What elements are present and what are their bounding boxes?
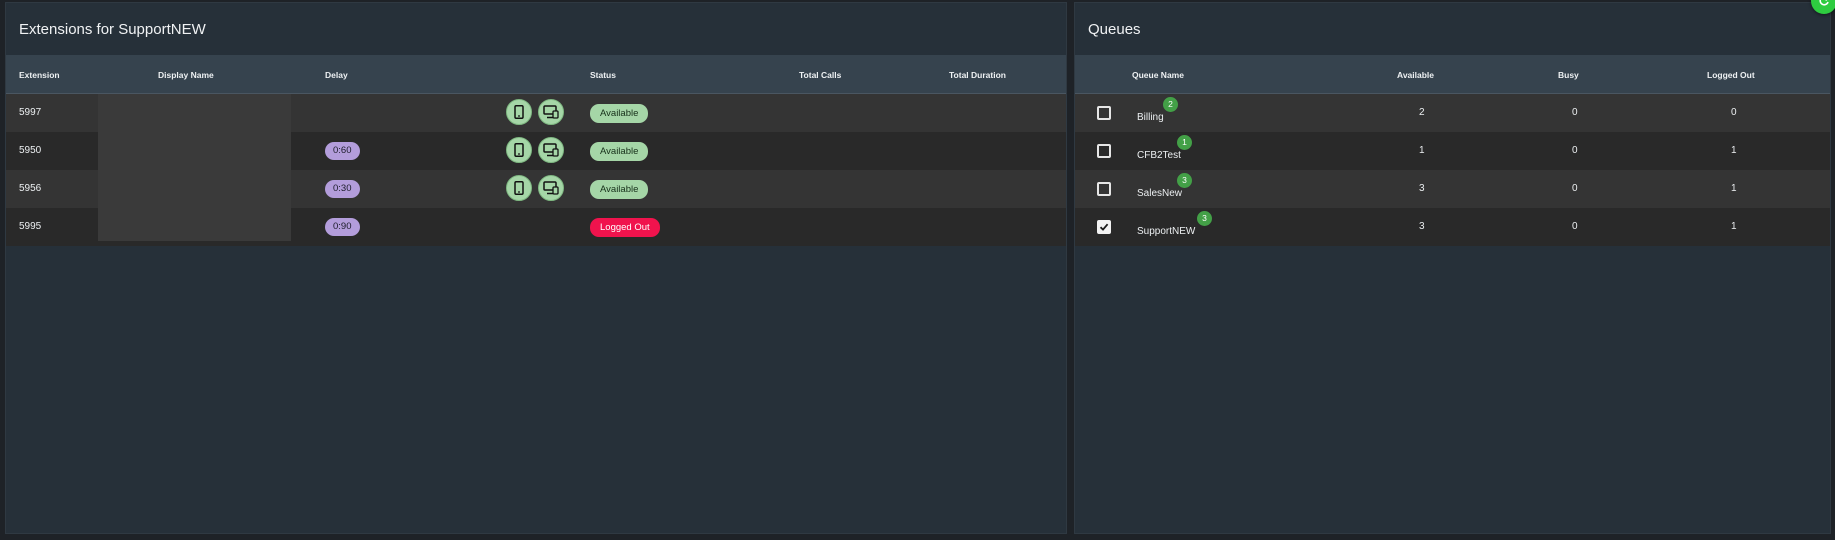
extensions-panel-title: Extensions for SupportNEW (19, 21, 206, 38)
queue-available: 3 (1419, 221, 1425, 232)
queues-panel: Queues Queue Name Available Busy Logged … (1074, 2, 1831, 534)
queue-logged-out: 0 (1731, 107, 1737, 118)
queue-checkbox[interactable] (1097, 106, 1111, 120)
column-header-extension[interactable]: Extension (19, 70, 60, 80)
column-header-display-name[interactable]: Display Name (158, 70, 214, 80)
queue-busy: 0 (1572, 183, 1578, 194)
status-badge: Available (590, 180, 649, 199)
extension-number: 5995 (19, 221, 42, 232)
queue-available: 1 (1419, 145, 1425, 156)
desktop-phone-icon[interactable] (538, 99, 564, 125)
queue-busy: 0 (1572, 145, 1578, 156)
column-header-logged-out[interactable]: Logged Out (1707, 70, 1755, 80)
extensions-panel: Extensions for SupportNEW Extension Disp… (5, 2, 1067, 534)
queue-name: Billing (1137, 112, 1164, 123)
queue-name-cell: CFB2Test 1 (1137, 135, 1192, 163)
queue-name: CFB2Test (1137, 150, 1181, 161)
queue-available: 3 (1419, 183, 1425, 194)
queue-busy: 0 (1572, 221, 1578, 232)
extension-number: 5997 (19, 107, 42, 118)
queue-row[interactable]: Billing 2 2 0 0 (1075, 94, 1830, 132)
queue-row[interactable]: CFB2Test 1 1 0 1 (1075, 132, 1830, 170)
delay-pill[interactable]: 0:90 (325, 218, 360, 236)
queues-table-header: Queue Name Available Busy Logged Out (1075, 55, 1830, 94)
column-header-total-calls[interactable]: Total Calls (799, 70, 841, 80)
delay-pill[interactable]: 0:30 (325, 180, 360, 198)
mobile-phone-icon[interactable] (506, 137, 532, 163)
queue-count-badge: 3 (1177, 173, 1192, 188)
extension-number: 5950 (19, 145, 42, 156)
desktop-phone-icon[interactable] (538, 175, 564, 201)
queue-name-cell: SupportNEW 3 (1137, 211, 1212, 239)
delay-pill[interactable]: 0:60 (325, 142, 360, 160)
column-header-busy[interactable]: Busy (1558, 70, 1579, 80)
desktop-phone-icon[interactable] (538, 137, 564, 163)
status-badge: Available (590, 142, 649, 161)
queue-row[interactable]: SupportNEW 3 3 0 1 (1075, 208, 1830, 246)
display-name-redaction (98, 94, 291, 241)
queue-checkbox[interactable] (1097, 220, 1111, 234)
queue-logged-out: 1 (1731, 145, 1737, 156)
queue-name-cell: Billing 2 (1137, 97, 1178, 125)
column-header-total-duration[interactable]: Total Duration (949, 70, 1006, 80)
queue-logged-out: 1 (1731, 221, 1737, 232)
column-header-queue-name[interactable]: Queue Name (1132, 70, 1184, 80)
refresh-icon (1819, 0, 1829, 6)
status-badge: Available (590, 104, 649, 123)
queue-available: 2 (1419, 107, 1425, 118)
queue-row[interactable]: SalesNew 3 3 0 1 (1075, 170, 1830, 208)
extension-number: 5956 (19, 183, 42, 194)
checkmark-icon (1099, 223, 1109, 231)
mobile-phone-icon[interactable] (506, 175, 532, 201)
column-header-status[interactable]: Status (590, 70, 616, 80)
queue-name-cell: SalesNew 3 (1137, 173, 1192, 201)
extensions-table-header: Extension Display Name Delay Status Tota… (6, 55, 1066, 94)
queue-count-badge: 1 (1177, 135, 1192, 150)
mobile-phone-icon[interactable] (506, 99, 532, 125)
queue-busy: 0 (1572, 107, 1578, 118)
queue-count-badge: 2 (1163, 97, 1178, 112)
queue-name: SalesNew (1137, 188, 1183, 199)
queue-checkbox[interactable] (1097, 144, 1111, 158)
queue-count-badge: 3 (1197, 211, 1212, 226)
queue-checkbox[interactable] (1097, 182, 1111, 196)
column-header-delay[interactable]: Delay (325, 70, 348, 80)
queue-logged-out: 1 (1731, 183, 1737, 194)
queues-panel-title: Queues (1088, 21, 1141, 38)
status-badge: Logged Out (590, 218, 660, 237)
column-header-available[interactable]: Available (1397, 70, 1434, 80)
queue-name: SupportNEW (1137, 226, 1196, 237)
